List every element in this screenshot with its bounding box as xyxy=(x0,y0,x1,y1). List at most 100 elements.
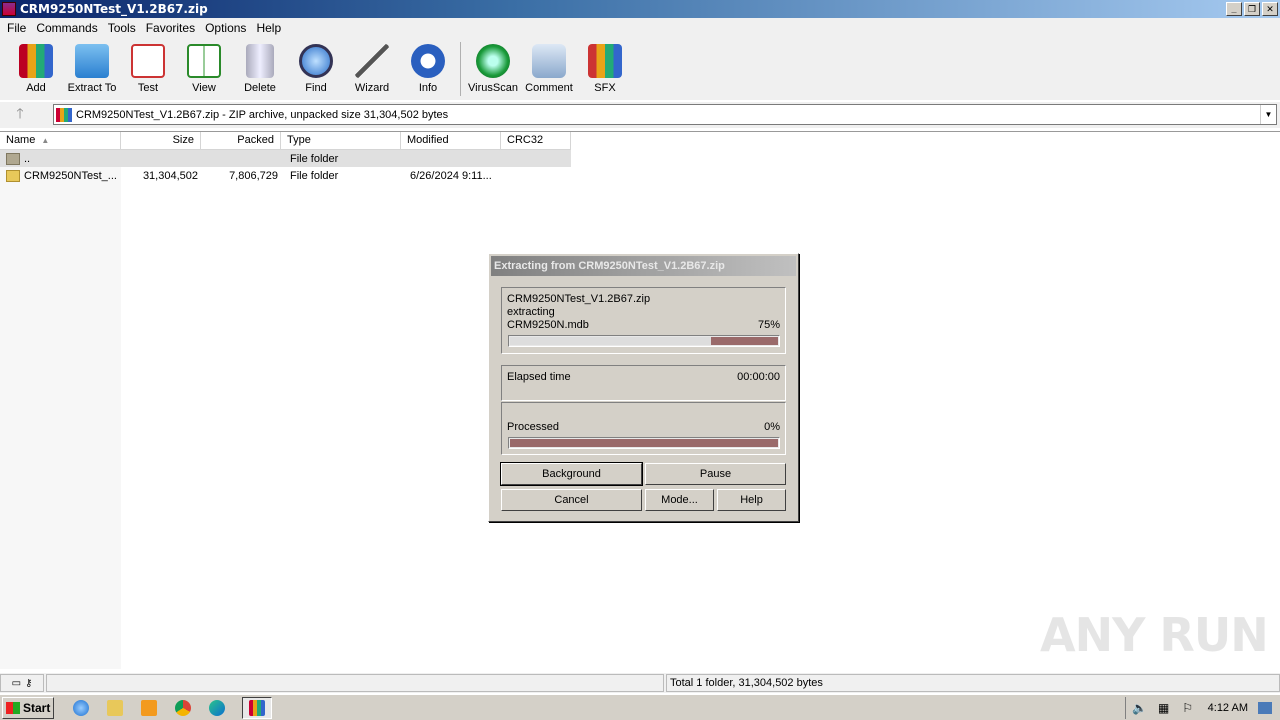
menu-commands[interactable]: Commands xyxy=(31,21,102,35)
address-dropdown-button[interactable]: ▼ xyxy=(1260,105,1276,124)
key-icon: ⚷ xyxy=(25,677,33,689)
help-button[interactable]: Help xyxy=(717,489,786,511)
elapsed-group: Elapsed time 00:00:00 xyxy=(501,365,786,401)
list-row-folder[interactable]: CRM9250NTest_... 31,304,502 7,806,729 Fi… xyxy=(0,167,571,184)
sfx-box-icon xyxy=(588,44,622,78)
start-button[interactable]: Start xyxy=(2,696,54,719)
menu-favorites[interactable]: Favorites xyxy=(141,21,200,35)
wand-icon xyxy=(355,44,389,78)
file-progress-fill xyxy=(510,337,711,345)
comment-icon xyxy=(532,44,566,78)
close-button[interactable]: ✕ xyxy=(1262,2,1278,16)
view-button[interactable]: View xyxy=(176,38,232,98)
delete-button[interactable]: Delete xyxy=(232,38,288,98)
minimize-button[interactable]: _ xyxy=(1226,2,1242,16)
zip-icon xyxy=(56,107,72,122)
extract-progress-dialog: Extracting from CRM9250NTest_V1.2B67.zip… xyxy=(488,253,799,522)
address-text: CRM9250NTest_V1.2B67.zip - ZIP archive, … xyxy=(76,108,449,121)
row-type: File folder xyxy=(290,169,339,182)
row-name: .. xyxy=(24,152,31,165)
column-crc32[interactable]: CRC32 xyxy=(501,132,571,150)
processed-group: Processed 0% xyxy=(501,402,786,455)
extract-to-button[interactable]: Extract To xyxy=(64,38,120,98)
clipboard-check-icon xyxy=(131,44,165,78)
column-name[interactable]: Name ▲ xyxy=(0,132,121,150)
info-icon xyxy=(411,44,445,78)
archive-name: CRM9250NTest_V1.2B67.zip xyxy=(507,293,651,305)
file-progress-group: CRM9250NTest_V1.2B67.zip extracting CRM9… xyxy=(501,287,786,354)
magnifier-icon xyxy=(299,44,333,78)
add-button[interactable]: Add xyxy=(8,38,64,98)
window-title: CRM9250NTest_V1.2B67.zip xyxy=(20,2,208,16)
row-type: File folder xyxy=(290,152,339,165)
mode-button[interactable]: Mode... xyxy=(645,489,714,511)
status-bar: ▭ ⚷ Total 1 folder, 31,304,502 bytes xyxy=(0,673,1280,693)
row-packed: 7,806,729 xyxy=(229,169,278,182)
bug-icon xyxy=(476,44,510,78)
list-header: Name ▲ Size Packed Type Modified CRC32 xyxy=(0,132,571,150)
processed-label: Processed xyxy=(507,421,559,433)
sort-arrow-icon: ▲ xyxy=(41,136,50,145)
book-view-icon xyxy=(187,44,221,78)
file-progress-bar xyxy=(508,335,780,347)
total-progress-remaining xyxy=(510,439,778,447)
wizard-button[interactable]: Wizard xyxy=(344,38,400,98)
file-percent: 75% xyxy=(757,319,780,331)
status-total: Total 1 folder, 31,304,502 bytes xyxy=(666,674,1280,692)
taskbar: Start 🔈 ▦ ⚐ 4:12 AM xyxy=(0,694,1280,720)
archive-add-icon xyxy=(19,44,53,78)
column-packed[interactable]: Packed xyxy=(201,132,281,150)
edge-taskbar-icon[interactable] xyxy=(206,697,228,719)
name-column-background xyxy=(0,150,121,669)
status-selection xyxy=(46,674,664,692)
elapsed-value: 00:00:00 xyxy=(737,371,780,383)
trash-icon xyxy=(246,44,274,78)
column-type[interactable]: Type xyxy=(281,132,401,150)
chrome-taskbar-icon[interactable] xyxy=(172,697,194,719)
file-progress-remaining xyxy=(711,337,778,345)
folder-icon xyxy=(6,169,20,182)
speaker-icon[interactable]: 🔈 xyxy=(1132,700,1148,716)
sfx-button[interactable]: SFX xyxy=(577,38,633,98)
clock[interactable]: 4:12 AM xyxy=(1208,702,1248,714)
address-bar: 🡑 CRM9250NTest_V1.2B67.zip - ZIP archive… xyxy=(0,102,1280,128)
current-file: CRM9250N.mdb xyxy=(507,319,589,331)
row-modified: 6/26/2024 9:11... xyxy=(410,169,492,182)
list-row-parent[interactable]: .. File folder xyxy=(0,150,571,167)
explorer-taskbar-icon[interactable] xyxy=(104,697,126,719)
virusscan-button[interactable]: VirusScan xyxy=(465,38,521,98)
network-icon[interactable]: ▦ xyxy=(1156,700,1172,716)
anyrun-watermark: ANY RUN xyxy=(1040,608,1269,662)
action-text: extracting xyxy=(507,306,555,318)
media-player-taskbar-icon[interactable] xyxy=(138,697,160,719)
column-modified[interactable]: Modified xyxy=(401,132,501,150)
column-size[interactable]: Size xyxy=(121,132,201,150)
winrar-taskbar-icon[interactable] xyxy=(242,696,272,719)
find-button[interactable]: Find xyxy=(288,38,344,98)
menu-tools[interactable]: Tools xyxy=(103,21,141,35)
elapsed-label: Elapsed time xyxy=(507,371,571,383)
flag-icon[interactable]: ⚐ xyxy=(1180,700,1196,716)
up-folder-button[interactable]: 🡑 xyxy=(0,103,40,127)
row-size: 31,304,502 xyxy=(142,169,198,182)
title-bar: CRM9250NTest_V1.2B67.zip _ ❐ ✕ xyxy=(0,0,1280,18)
winrar-icon xyxy=(2,2,16,16)
address-field[interactable]: CRM9250NTest_V1.2B67.zip - ZIP archive, … xyxy=(53,104,1277,125)
menu-help[interactable]: Help xyxy=(251,21,286,35)
menu-bar: File Commands Tools Favorites Options He… xyxy=(0,18,1280,38)
show-desktop-icon[interactable] xyxy=(1258,702,1272,714)
dialog-title: Extracting from CRM9250NTest_V1.2B67.zip xyxy=(491,256,796,276)
comment-button[interactable]: Comment xyxy=(521,38,577,98)
menu-options[interactable]: Options xyxy=(200,21,251,35)
ie-taskbar-icon[interactable] xyxy=(70,697,92,719)
background-button[interactable]: Background xyxy=(500,462,643,486)
menu-file[interactable]: File xyxy=(2,21,31,35)
windows-flag-icon xyxy=(6,701,20,714)
test-button[interactable]: Test xyxy=(120,38,176,98)
folder-icon xyxy=(6,152,20,165)
cancel-button[interactable]: Cancel xyxy=(501,489,642,511)
info-button[interactable]: Info xyxy=(400,38,456,98)
restore-button[interactable]: ❐ xyxy=(1244,2,1260,16)
drive-icon: ▭ xyxy=(11,677,22,689)
pause-button[interactable]: Pause xyxy=(645,463,786,485)
